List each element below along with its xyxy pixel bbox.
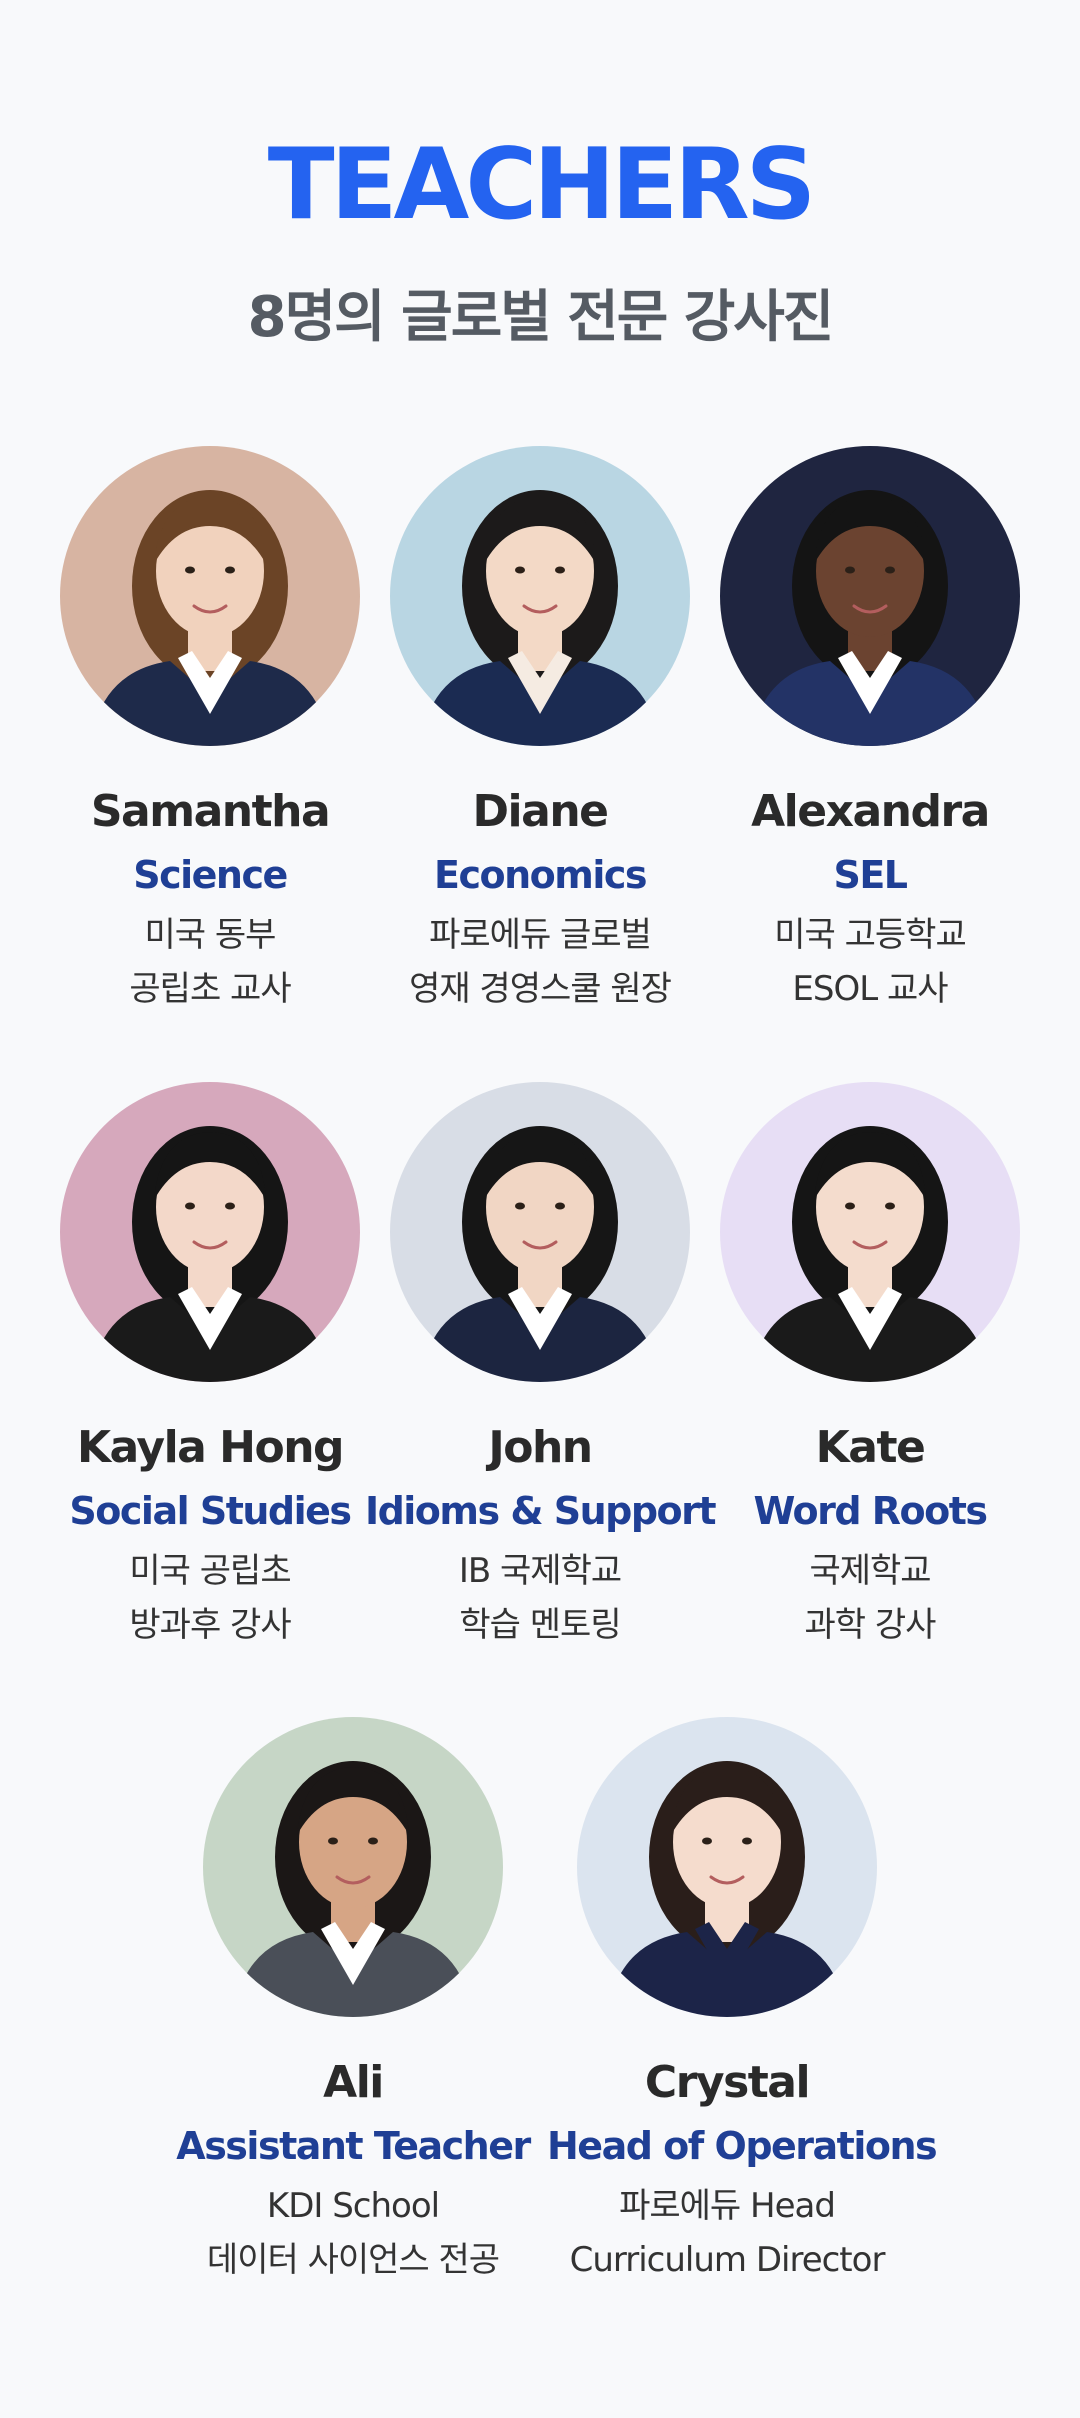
teacher-name: Kate <box>815 1422 926 1473</box>
teacher-subject: Economics <box>433 853 648 897</box>
teacher-subject: Head of Operations <box>547 2124 938 2168</box>
teacher-desc-line: 국제학교 <box>809 1551 931 1591</box>
teacher-description: 미국 동부 공립초 교사 <box>30 908 390 1016</box>
page-subtitle: 8명의 글로벌 전문 강사진 <box>247 285 835 350</box>
teacher-subject: Social Studies <box>69 1489 352 1533</box>
teacher-card-samantha: Samantha Science 미국 동부 공립초 교사 <box>30 446 390 1016</box>
teacher-subject: Idioms & Support <box>364 1489 717 1533</box>
teacher-description: 국제학교 과학 강사 <box>690 1544 1050 1652</box>
teacher-description: KDI School 데이터 사이언스 전공 <box>173 2179 533 2287</box>
teacher-card-ali: Ali Assistant Teacher KDI School 데이터 사이언… <box>173 1717 533 2287</box>
teacher-description: 파로에듀 Head Curriculum Director <box>547 2179 907 2287</box>
teacher-desc-line: 학습 멘토링 <box>459 1605 621 1645</box>
teacher-description: 파로에듀 글로벌 영재 경영스쿨 원장 <box>360 908 720 1016</box>
teacher-desc-line: 영재 경영스쿨 원장 <box>409 969 672 1009</box>
teacher-photo <box>577 1717 877 2017</box>
teacher-name: John <box>488 1422 593 1473</box>
page-title: TEACHERS <box>267 128 817 242</box>
teacher-desc-line: 파로에듀 Head <box>619 2186 836 2226</box>
teacher-card-crystal: Crystal Head of Operations 파로에듀 Head Cur… <box>547 1717 938 2287</box>
teacher-photo <box>390 446 690 746</box>
teacher-desc-line: 방과후 강사 <box>129 1605 291 1645</box>
teacher-desc-line: 과학 강사 <box>804 1605 937 1645</box>
teacher-desc-line: IB 국제학교 <box>458 1551 622 1591</box>
teacher-name: Kayla Hong <box>76 1422 345 1473</box>
teacher-photo <box>390 1082 690 1382</box>
teacher-name: Crystal <box>644 2057 811 2108</box>
teacher-card-diane: Diane Economics 파로에듀 글로벌 영재 경영스쿨 원장 <box>360 446 720 1016</box>
teacher-photo <box>720 446 1020 746</box>
teacher-description: 미국 공립초 방과후 강사 <box>30 1544 390 1652</box>
teacher-name: Alexandra <box>751 786 990 837</box>
teacher-subject: SEL <box>833 853 908 897</box>
teacher-subject: Science <box>133 853 288 897</box>
teacher-subject: Assistant Teacher <box>176 2124 531 2168</box>
teacher-name: Diane <box>472 786 609 837</box>
teacher-photo <box>720 1082 1020 1382</box>
teacher-desc-line: ESOL 교사 <box>792 969 948 1009</box>
teacher-name: Samantha <box>90 786 331 837</box>
teacher-card-john: John Idioms & Support IB 국제학교 학습 멘토링 <box>360 1082 720 1652</box>
teacher-description: 미국 고등학교 ESOL 교사 <box>690 908 1050 1016</box>
teacher-desc-line: 데이터 사이언스 전공 <box>206 2240 500 2280</box>
teacher-photo <box>60 1082 360 1382</box>
teacher-desc-line: Curriculum Director <box>569 2240 886 2280</box>
teacher-name: Ali <box>323 2057 384 2108</box>
teacher-desc-line: 공립초 교사 <box>129 969 291 1009</box>
teacher-description: IB 국제학교 학습 멘토링 <box>360 1544 720 1652</box>
teacher-photo <box>203 1717 503 2017</box>
teacher-card-kayla: Kayla Hong Social Studies 미국 공립초 방과후 강사 <box>30 1082 390 1652</box>
teacher-desc-line: 미국 고등학교 <box>774 915 967 955</box>
teacher-desc-line: 파로에듀 글로벌 <box>429 915 652 955</box>
teacher-desc-line: 미국 공립초 <box>129 1551 291 1591</box>
teacher-card-kate: Kate Word Roots 국제학교 과학 강사 <box>690 1082 1050 1652</box>
teacher-subject: Word Roots <box>753 1489 988 1533</box>
teacher-card-alexandra: Alexandra SEL 미국 고등학교 ESOL 교사 <box>690 446 1050 1016</box>
teacher-desc-line: KDI School <box>266 2186 440 2226</box>
teacher-desc-line: 미국 동부 <box>144 915 277 955</box>
teachers-page: TEACHERS 8명의 글로벌 전문 강사진 Samantha Science… <box>0 0 1080 2418</box>
teacher-photo <box>60 446 360 746</box>
